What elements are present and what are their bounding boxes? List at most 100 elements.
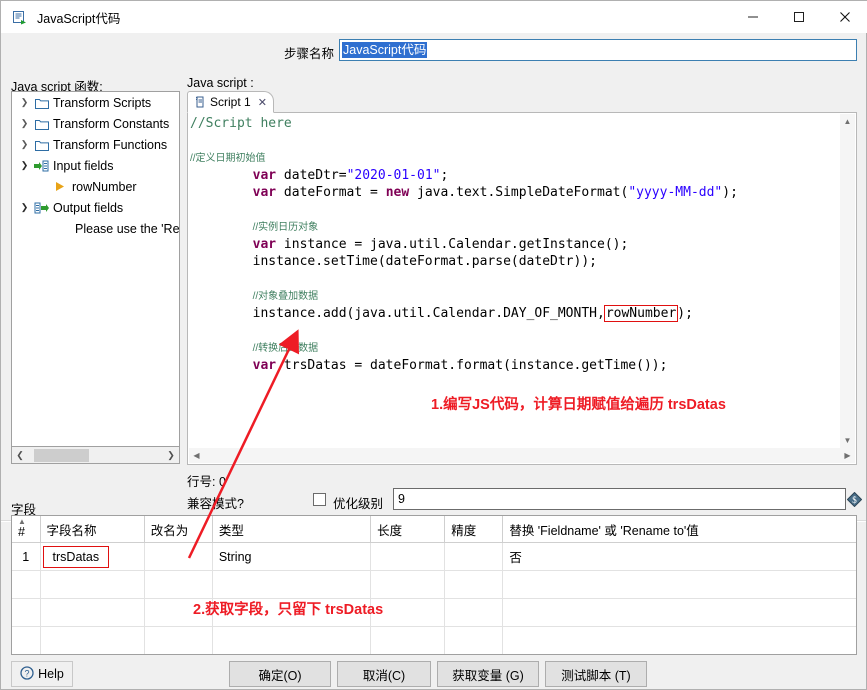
optimization-level-input[interactable]: 9 <box>393 488 846 510</box>
cancel-button[interactable]: 取消(C) <box>337 661 431 687</box>
tree-item-rownumber[interactable]: rowNumber <box>12 176 179 197</box>
close-icon[interactable] <box>822 1 867 33</box>
folder-icon <box>33 139 50 151</box>
field-arrow-icon <box>52 181 69 192</box>
cell-fieldname[interactable]: trsDatas <box>40 542 145 571</box>
optimization-level-checkbox[interactable] <box>313 493 326 506</box>
ok-button[interactable]: 确定(O) <box>229 661 331 687</box>
window-title: JavaScript代码 <box>37 11 121 26</box>
annotation-1: 1.编写JS代码，计算日期赋值给遍历 trsDatas <box>431 397 726 413</box>
scroll-thumb[interactable] <box>34 448 89 462</box>
cell-type[interactable]: String <box>212 542 372 571</box>
tree-item-label: Please use the 'Re <box>75 221 180 236</box>
cell-precision[interactable] <box>444 542 504 571</box>
scroll-left-icon[interactable]: ◀ <box>189 451 204 460</box>
help-icon: ? <box>20 665 34 683</box>
output-fields-icon <box>33 202 50 214</box>
scroll-right-icon[interactable]: ▶ <box>840 451 855 460</box>
help-button[interactable]: ? Help <box>11 661 73 687</box>
cell-replace[interactable]: 否 <box>502 542 856 571</box>
column-header-renameto[interactable]: 改名为 <box>144 516 213 543</box>
scroll-track[interactable] <box>28 447 163 463</box>
step-name-label: 步骤名称 <box>284 47 335 61</box>
cell-index <box>12 626 41 654</box>
maximize-icon[interactable] <box>776 1 822 33</box>
cell-replace[interactable] <box>502 570 856 599</box>
minimize-icon[interactable] <box>730 1 776 33</box>
tree-horizontal-scrollbar[interactable]: ❮ ❯ <box>11 447 180 464</box>
column-header-precision[interactable]: 精度 <box>444 516 504 543</box>
cell-precision[interactable] <box>444 598 504 627</box>
step-name-input[interactable]: JavaScript代码 <box>339 39 857 61</box>
column-header-type[interactable]: 类型 <box>212 516 372 543</box>
chevron-right-icon[interactable]: ❯ <box>16 97 33 108</box>
column-header-index[interactable]: ▲ # <box>12 516 41 543</box>
cell-fieldname[interactable] <box>40 626 145 654</box>
column-header-replace[interactable]: 替换 'Fieldname' 或 'Rename to'值 <box>502 516 856 543</box>
table-row[interactable] <box>12 598 856 627</box>
tree-item-input-fields[interactable]: ❯ Input fields <box>12 155 179 176</box>
chevron-down-icon[interactable]: ❯ <box>16 202 33 213</box>
cell-length[interactable] <box>370 626 446 654</box>
scroll-left-icon[interactable]: ❮ <box>12 448 28 463</box>
cell-replace[interactable] <box>502 626 856 654</box>
dialog-client-area: 步骤名称 JavaScript代码 Java script 函数: Java s… <box>1 33 866 689</box>
svg-text:$: $ <box>852 495 857 505</box>
table-row[interactable] <box>12 626 856 654</box>
optimization-level-label: 优化级别 <box>333 497 384 511</box>
chevron-right-icon[interactable]: ❯ <box>16 139 33 150</box>
cell-renameto[interactable] <box>144 542 213 571</box>
cell-length[interactable] <box>370 542 446 571</box>
variable-icon[interactable]: $ <box>846 491 863 512</box>
highlight-trsdatas: trsDatas <box>42 545 110 568</box>
close-icon[interactable]: ✕ <box>258 96 267 109</box>
step-name-row: 步骤名称 JavaScript代码 <box>1 39 866 65</box>
tree-item-output-fields[interactable]: ❯ Output fields <box>12 197 179 218</box>
script-editor: Script 1 ✕ //Script here //定义日期初始值 var d… <box>187 91 857 465</box>
cell-type[interactable] <box>212 570 372 599</box>
cell-precision[interactable] <box>444 570 504 599</box>
cell-fieldname[interactable] <box>40 570 145 599</box>
tree-item-transform-constants[interactable]: ❯ Transform Constants <box>12 113 179 134</box>
table-row[interactable]: 1 trsDatas String 否 <box>12 542 856 571</box>
cell-renameto[interactable] <box>144 570 213 599</box>
scroll-right-icon[interactable]: ❯ <box>163 448 179 463</box>
fields-table[interactable]: ▲ # 字段名称 改名为 类型 长度 精度 替换 'Fieldname' 或 '… <box>11 515 857 655</box>
compatibility-mode-label: 兼容模式? <box>187 497 244 511</box>
table-row[interactable] <box>12 570 856 599</box>
cell-type[interactable] <box>212 626 372 654</box>
column-header-length[interactable]: 长度 <box>370 516 446 543</box>
cell-length[interactable] <box>370 570 446 599</box>
chevron-down-icon[interactable]: ❯ <box>16 160 33 171</box>
column-header-fieldname[interactable]: 字段名称 <box>40 516 145 543</box>
scroll-up-icon[interactable]: ▲ <box>840 114 855 129</box>
script-icon <box>194 96 206 108</box>
functions-tree[interactable]: ❯ Transform Scripts ❯ Transform Constant… <box>11 91 180 447</box>
editor-horizontal-scrollbar[interactable]: ◀ ▶ <box>189 448 855 463</box>
cell-index <box>12 598 41 627</box>
svg-text:?: ? <box>25 668 30 678</box>
window-controls <box>730 1 867 33</box>
cell-index: 1 <box>12 542 41 571</box>
cell-fieldname[interactable] <box>40 598 145 627</box>
step-name-value: JavaScript代码 <box>342 42 428 58</box>
tab-script-1[interactable]: Script 1 ✕ <box>187 91 274 113</box>
tree-item-label: Transform Constants <box>53 116 170 131</box>
cell-replace[interactable] <box>502 598 856 627</box>
scroll-down-icon[interactable]: ▼ <box>840 433 855 448</box>
editor-vertical-scrollbar[interactable]: ▲ ▼ <box>840 114 855 448</box>
script-caption: Java script : <box>187 76 254 90</box>
chevron-right-icon[interactable]: ❯ <box>16 118 33 129</box>
cell-renameto[interactable] <box>144 626 213 654</box>
tree-item-label: rowNumber <box>72 179 137 194</box>
line-number-label: 行号: 0 <box>187 475 226 489</box>
cell-precision[interactable] <box>444 626 504 654</box>
tree-item-transform-scripts[interactable]: ❯ Transform Scripts <box>12 92 179 113</box>
tab-label: Script 1 <box>210 95 251 109</box>
help-label: Help <box>38 667 64 681</box>
test-script-button[interactable]: 测试脚本 (T) <box>545 661 647 687</box>
get-variables-button[interactable]: 获取变量 (G) <box>437 661 539 687</box>
tree-item-transform-functions[interactable]: ❯ Transform Functions <box>12 134 179 155</box>
input-fields-icon <box>33 160 50 172</box>
tree-item-label: Transform Scripts <box>53 95 152 110</box>
